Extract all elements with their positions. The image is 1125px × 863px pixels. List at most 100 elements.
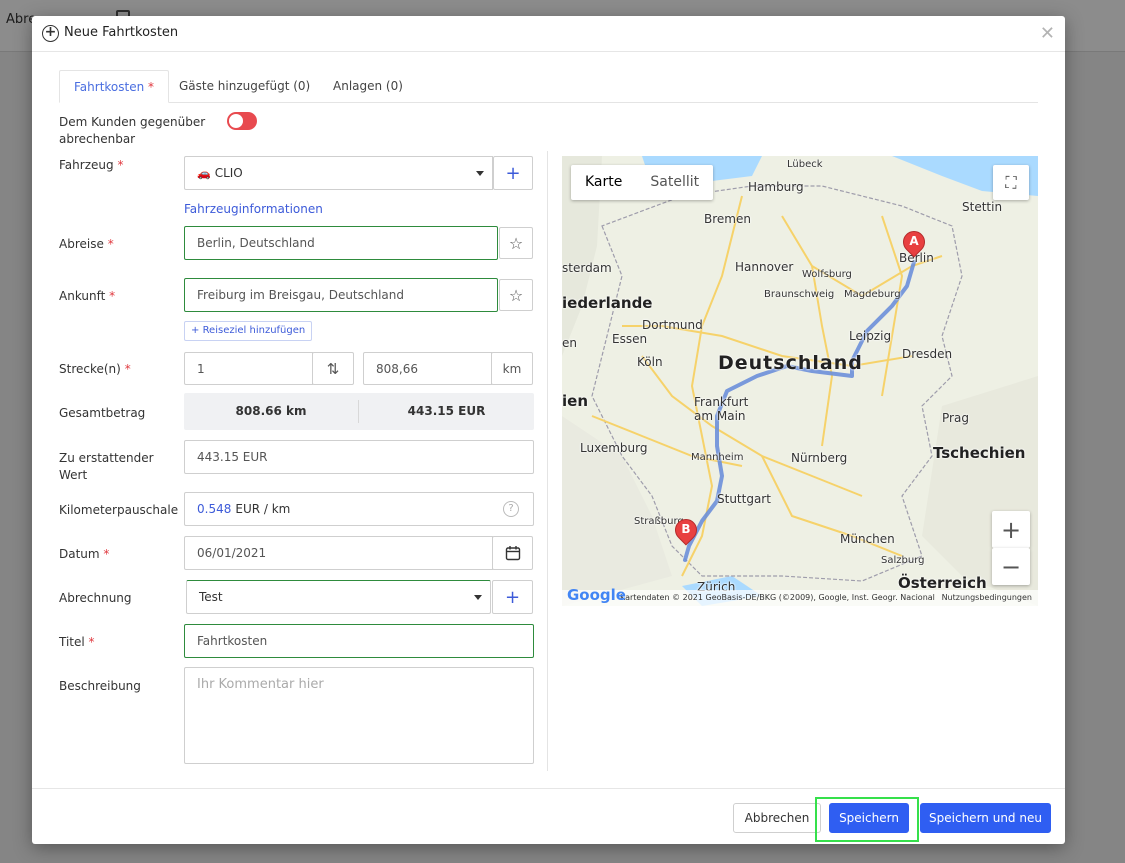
mileage-rate-unit: EUR / km xyxy=(235,502,291,516)
required-mark: * xyxy=(103,547,110,561)
favorite-arrival-button[interactable]: ☆ xyxy=(499,279,533,311)
refund-label: Zu erstattender Wert xyxy=(59,450,154,484)
description-textarea[interactable]: Ihr Kommentar hier xyxy=(184,667,534,764)
add-destination-button[interactable]: + Reiseziel hinzufügen xyxy=(184,321,313,341)
description-label: Beschreibung xyxy=(59,679,141,693)
map-label-braunschweig: Braunschweig xyxy=(764,289,835,300)
required-mark: * xyxy=(109,289,116,303)
map-label-essen: Essen xyxy=(612,332,648,346)
refund-input[interactable]: 443.15 EUR xyxy=(184,440,534,474)
vehicle-label: Fahrzeug * xyxy=(59,157,123,174)
departure-label-text: Abreise xyxy=(59,237,104,251)
required-mark: * xyxy=(124,362,131,376)
map-label-dortmund: Dortmund xyxy=(642,318,703,332)
map-attribution-bar: Kartendaten © 2021 GeoBasis-DE/BKG (©200… xyxy=(562,590,1038,606)
calendar-button[interactable] xyxy=(492,536,533,570)
terms-link[interactable]: Nutzungsbedingungen xyxy=(942,593,1032,602)
map-label-stuttgart: Stuttgart xyxy=(717,492,771,506)
mileage-rate-input[interactable]: 0.548 EUR / km ? xyxy=(184,492,534,526)
map-label-leipzig: Leipzig xyxy=(849,329,892,343)
distance-input[interactable]: 808,66 xyxy=(363,352,492,385)
map-label-ien: ien xyxy=(562,392,588,410)
car-icon: 🚗 xyxy=(197,166,211,180)
mileage-rate-value: 0.548 xyxy=(197,502,232,516)
date-input[interactable]: 06/01/2021 xyxy=(184,536,493,570)
map-label-hamburg: Hamburg xyxy=(748,180,804,194)
swap-route-button[interactable]: ⇅ xyxy=(312,352,354,385)
zoom-out-button[interactable]: − xyxy=(992,548,1030,585)
map-label-magdeburg: Magdeburg xyxy=(844,289,901,300)
billing-value: Test xyxy=(199,590,223,604)
chevron-down-icon xyxy=(474,595,482,600)
route-count-input[interactable]: 1 xyxy=(184,352,313,385)
map-label-luebeck: Lübeck xyxy=(787,159,823,170)
add-billing-button[interactable]: + xyxy=(492,580,533,614)
billable-label: Dem Kunden gegenüber abrechenbar xyxy=(59,114,205,148)
close-icon[interactable]: ✕ xyxy=(1040,23,1055,44)
toggle-knob xyxy=(229,114,243,128)
help-icon[interactable]: ? xyxy=(503,501,519,517)
fullscreen-button[interactable]: ⛶ xyxy=(993,165,1029,200)
plus-icon: + xyxy=(504,586,521,608)
map-label-wolfsburg: Wolfsburg xyxy=(802,269,852,280)
star-icon: ☆ xyxy=(508,285,524,305)
tab-guests[interactable]: Gäste hinzugefügt (0) xyxy=(165,70,324,103)
required-mark: * xyxy=(148,80,155,94)
refund-label-line1: Zu erstattender xyxy=(59,451,154,465)
map-label-en: en xyxy=(562,336,577,350)
map-label-bremen: Bremen xyxy=(704,212,751,226)
mileage-label: Kilometerpauschale xyxy=(59,503,179,517)
modal-title: Neue Fahrtkosten xyxy=(64,25,179,40)
tab-attachments[interactable]: Anlagen (0) xyxy=(319,70,417,103)
billable-toggle[interactable] xyxy=(227,112,257,130)
departure-label: Abreise * xyxy=(59,236,114,253)
route-map[interactable]: Karte Satellit ⛶ Lübeck Hamburg Stettin … xyxy=(562,156,1038,606)
column-divider xyxy=(547,151,548,771)
required-mark: * xyxy=(117,158,124,172)
routes-label: Strecke(n) * xyxy=(59,361,131,378)
map-label-deutschland: Deutschland xyxy=(718,352,863,374)
google-logo[interactable]: Google xyxy=(567,586,626,604)
map-label-frankfurt-1: Frankfurt xyxy=(694,395,749,409)
calendar-icon xyxy=(505,546,520,561)
star-icon: ☆ xyxy=(508,233,524,253)
add-vehicle-button[interactable]: + xyxy=(493,156,533,190)
map-type-map[interactable]: Karte xyxy=(571,165,636,200)
cancel-button[interactable]: Abbrechen xyxy=(733,803,821,833)
map-label-amsterdam: sterdam xyxy=(562,261,612,275)
travel-expense-dialog: + Neue Fahrtkosten ✕ Fahrtkosten * Gäste… xyxy=(32,16,1065,844)
map-label-koeln: Köln xyxy=(637,355,663,369)
tab-fahrtkosten[interactable]: Fahrtkosten * xyxy=(59,70,170,103)
save-button[interactable]: Speichern xyxy=(829,803,909,833)
map-label-muenchen: München xyxy=(840,532,895,546)
title-input[interactable]: Fahrtkosten xyxy=(184,624,534,658)
date-label-text: Datum xyxy=(59,547,100,561)
map-label-stettin: Stettin xyxy=(962,200,1003,214)
date-label: Datum * xyxy=(59,546,109,563)
zoom-in-button[interactable]: + xyxy=(992,511,1030,548)
plus-icon: + xyxy=(505,162,521,184)
arrival-label-text: Ankunft xyxy=(59,289,106,303)
title-label: Titel * xyxy=(59,634,95,651)
map-label-salzburg: Salzburg xyxy=(881,555,925,566)
map-label-frankfurt-2: am Main xyxy=(694,409,746,423)
save-and-new-button[interactable]: Speichern und neu xyxy=(920,803,1051,833)
add-destination-label: Reiseziel hinzufügen xyxy=(202,325,306,336)
map-label-nuernberg: Nürnberg xyxy=(791,451,848,465)
vehicle-select[interactable]: 🚗 CLIO xyxy=(184,156,493,190)
map-label-dresden: Dresden xyxy=(902,347,953,361)
map-label-luxemburg: Luxemburg xyxy=(580,441,648,455)
arrival-input[interactable]: Freiburg im Breisgau, Deutschland xyxy=(184,278,498,312)
billing-select[interactable]: Test xyxy=(186,580,491,614)
plus-icon: + xyxy=(191,325,203,336)
billable-label-line2: abrechenbar xyxy=(59,132,136,146)
departure-input[interactable]: Berlin, Deutschland xyxy=(184,226,498,260)
arrival-label: Ankunft * xyxy=(59,288,115,305)
map-type-toggle: Karte Satellit xyxy=(571,165,714,200)
marker-b-label: B xyxy=(681,522,691,536)
favorite-departure-button[interactable]: ☆ xyxy=(499,227,533,259)
vehicle-info-link[interactable]: Fahrzeuginformationen xyxy=(184,202,323,216)
map-attribution: Kartendaten © 2021 GeoBasis-DE/BKG (©200… xyxy=(620,593,935,602)
map-type-satellite[interactable]: Satellit xyxy=(636,165,713,200)
tab-label: Fahrtkosten xyxy=(74,80,145,94)
